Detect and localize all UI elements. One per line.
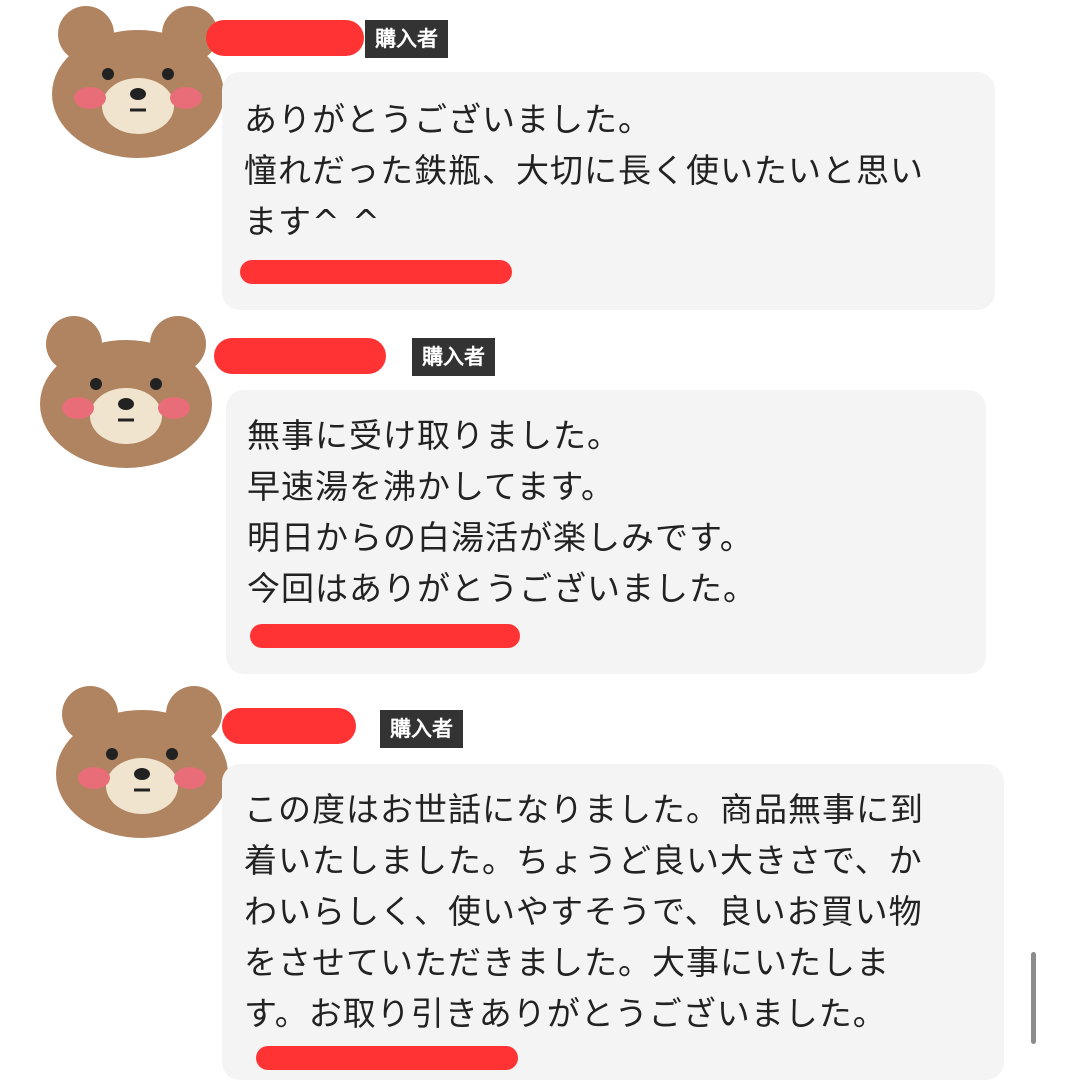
message-line: この度はお世話になりました。商品無事に到 — [244, 790, 924, 829]
username-redaction — [214, 338, 386, 374]
message-line: をさせていただきました。大事にいたしま — [244, 943, 890, 982]
message-line: 憧れだった鉄瓶、大切に長く使いたいと思い — [244, 151, 924, 190]
buyer-badge: 購入者 — [412, 338, 495, 376]
message-text: ありがとうございました。 憧れだった鉄瓶、大切に長く使いたいと思い ます^ ^ — [244, 94, 924, 247]
message-line: 明日からの白湯活が楽しみです。 — [247, 518, 754, 557]
message-line: 早速湯を沸かしてます。 — [247, 467, 616, 506]
buyer-badge: 購入者 — [380, 710, 463, 748]
username-redaction — [206, 20, 364, 56]
message-line: ありがとうございました。 — [244, 100, 652, 139]
bear-avatar-icon[interactable] — [52, 682, 232, 842]
message-line: 今回はありがとうございました。 — [247, 569, 757, 608]
message-line: わいらしく、使いやすそうで、良いお買い物 — [244, 892, 923, 931]
message-line: 無事に受け取りました。 — [247, 416, 621, 455]
timestamp-redaction — [256, 1046, 518, 1070]
bear-avatar-icon[interactable] — [36, 312, 216, 472]
timestamp-redaction — [240, 260, 512, 284]
message-line: ます^ ^ — [244, 202, 381, 241]
timestamp-redaction — [250, 624, 520, 648]
message-text: この度はお世話になりました。商品無事に到 着いたしました。ちょうど良い大きさで、… — [244, 784, 924, 1039]
buyer-badge: 購入者 — [365, 20, 448, 58]
message-text: 無事に受け取りました。 早速湯を沸かしてます。 明日からの白湯活が楽しみです。 … — [247, 410, 757, 614]
message-line: す。お取り引きありがとうございました。 — [244, 994, 887, 1033]
message-line: 着いたしました。ちょうど良い大きさで、か — [244, 841, 923, 880]
vertical-scrollbar[interactable] — [1031, 952, 1036, 1044]
username-redaction — [222, 708, 356, 744]
bear-avatar-icon[interactable] — [48, 2, 228, 162]
